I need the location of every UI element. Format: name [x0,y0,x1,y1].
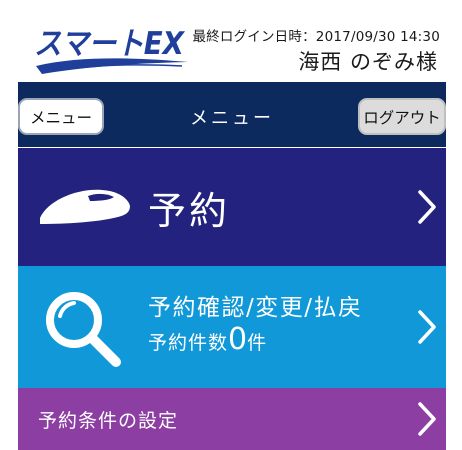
reservation-count-value: 0 [228,322,248,357]
magnifier-icon [46,292,121,367]
logout-button[interactable]: ログアウト [358,98,446,135]
reservation-count-prefix: 予約件数 [148,332,229,354]
header: スマートEX 最終ログイン日時：2017/09/30 14:30 海西 のぞみ様 [18,14,446,80]
user-name: 海西 のぞみ様 [298,50,438,74]
chevron-right-icon [418,310,436,344]
chevron-right-icon [418,402,436,436]
navbar: メニュー メニュー ログアウト [18,82,446,147]
logo-text: スマートEX [34,26,186,62]
shinkansen-train-icon [40,189,130,224]
smart-ex-logo: スマートEX [34,26,188,74]
reservation-count-suffix: 件 [247,332,268,354]
chevron-right-icon [418,190,436,224]
reservation-confirm-tile[interactable]: 予約確認/変更/払戻 予約件数0件 [18,266,446,388]
reservation-count: 予約件数0件 [148,322,267,357]
reservation-settings-label: 予約条件の設定 [38,410,179,432]
reserve-label: 予約 [148,189,231,233]
reservation-confirm-label: 予約確認/変更/払戻 [148,295,363,321]
reserve-tile[interactable]: 予約 [18,148,446,266]
menu-button[interactable]: メニュー [18,98,104,135]
reservation-settings-tile[interactable]: 予約条件の設定 [18,388,446,450]
last-login-time: 最終ログイン日時：2017/09/30 14:30 [192,29,440,45]
